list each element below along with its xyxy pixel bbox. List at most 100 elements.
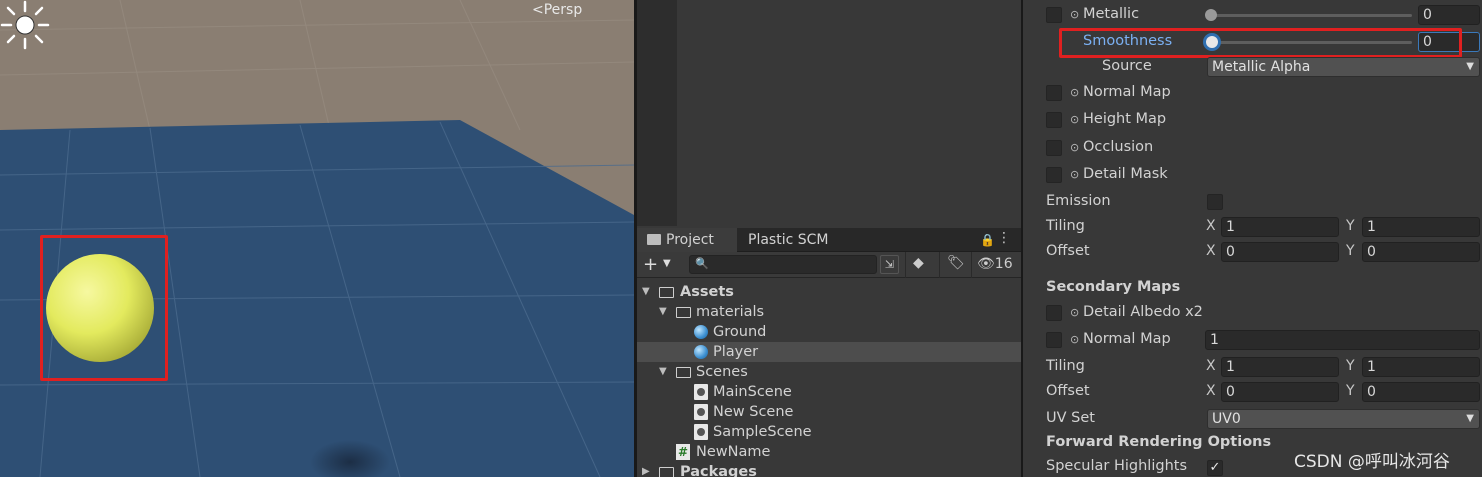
texture-slot[interactable] bbox=[1046, 305, 1062, 321]
projection-label[interactable]: <Persp bbox=[532, 2, 582, 18]
tab-plastic-scm[interactable]: Plastic SCM bbox=[738, 228, 838, 252]
uv-set-row: UV Set UV0 ▼ bbox=[1023, 409, 1482, 431]
emission-label: Emission bbox=[1046, 193, 1111, 209]
source-dropdown[interactable]: Metallic Alpha ▼ bbox=[1207, 57, 1480, 77]
search-icon: 🔍 bbox=[695, 257, 709, 270]
folder-icon bbox=[676, 307, 691, 318]
folder-icon bbox=[647, 234, 661, 245]
offset-y-label: Y bbox=[1346, 243, 1355, 259]
search-input[interactable]: 🔍 bbox=[689, 255, 877, 274]
scene-file-icon bbox=[694, 384, 708, 400]
highlight-box-smoothness bbox=[1059, 28, 1462, 58]
tree-row-newname[interactable]: # NewName bbox=[637, 442, 1021, 462]
secondary-tiling-y-input[interactable]: 1 bbox=[1362, 357, 1480, 377]
secondary-maps-title: Secondary Maps bbox=[1046, 279, 1181, 295]
secondary-maps-header: Secondary Maps bbox=[1023, 278, 1482, 300]
eye-slash-icon: 👁 bbox=[977, 256, 995, 272]
emission-checkbox[interactable] bbox=[1207, 194, 1223, 210]
secondary-tiling-row: Tiling X 1 Y 1 bbox=[1023, 357, 1482, 379]
tree-row-packages[interactable]: ▶ Packages bbox=[637, 462, 1021, 477]
property-dot-icon: ⊙ bbox=[1070, 113, 1080, 126]
tab-project[interactable]: Project bbox=[637, 228, 737, 252]
project-tree: ▼ Assets ▼ materials Ground Player ▼ Sce… bbox=[637, 278, 1021, 477]
texture-slot[interactable] bbox=[1046, 112, 1062, 128]
secondary-offset-x-input[interactable]: 0 bbox=[1221, 382, 1339, 402]
secondary-offset-row: Offset X 0 Y 0 bbox=[1023, 382, 1482, 404]
detail-albedo-row: ⊙ Detail Albedo x2 bbox=[1023, 303, 1482, 325]
chevron-down-icon[interactable]: ▼ bbox=[663, 258, 671, 269]
tree-row-samplescene[interactable]: SampleScene bbox=[637, 422, 1021, 442]
specular-highlights-label: Specular Highlights bbox=[1046, 458, 1187, 474]
uv-set-label: UV Set bbox=[1046, 410, 1095, 426]
scene-view[interactable]: <Persp bbox=[0, 0, 634, 477]
lock-icon[interactable]: 🔒 bbox=[980, 233, 995, 247]
offset-y-input[interactable]: 0 bbox=[1362, 242, 1480, 262]
specular-highlights-checkbox[interactable]: ✓ bbox=[1207, 460, 1223, 476]
offset-x-label: X bbox=[1206, 243, 1216, 259]
source-row: Source Metallic Alpha ▼ bbox=[1023, 57, 1482, 79]
material-icon bbox=[694, 345, 708, 359]
more-options-icon[interactable]: ⋮ bbox=[997, 230, 1011, 246]
tree-label: Ground bbox=[713, 324, 767, 340]
metallic-slider[interactable] bbox=[1209, 14, 1412, 17]
property-dot-icon: ⊙ bbox=[1070, 141, 1080, 154]
secondary-normal-label: Normal Map bbox=[1083, 331, 1171, 347]
hidden-count: 16 bbox=[994, 256, 1013, 272]
texture-slot[interactable] bbox=[1046, 167, 1062, 183]
watermark-text: CSDN @呼叫冰河谷 bbox=[1294, 452, 1450, 472]
expand-arrow-icon[interactable]: ▼ bbox=[659, 302, 667, 322]
tree-label: Assets bbox=[680, 284, 734, 300]
texture-slot[interactable] bbox=[1046, 85, 1062, 101]
csharp-script-icon: # bbox=[676, 444, 690, 460]
normal-map-label: Normal Map bbox=[1083, 84, 1171, 100]
detail-mask-label: Detail Mask bbox=[1083, 166, 1168, 182]
create-button[interactable]: + bbox=[643, 254, 658, 275]
hidden-packages-toggle[interactable]: 👁16 bbox=[977, 256, 1013, 272]
tree-label: NewName bbox=[696, 444, 771, 460]
forward-rendering-title: Forward Rendering Options bbox=[1046, 434, 1272, 450]
secondary-tiling-x-input[interactable]: 1 bbox=[1221, 357, 1339, 377]
tiling-x-input[interactable]: 1 bbox=[1221, 217, 1339, 237]
folder-icon bbox=[659, 287, 674, 298]
tree-row-assets[interactable]: ▼ Assets bbox=[637, 282, 1021, 302]
tree-row-mainscene[interactable]: MainScene bbox=[637, 382, 1021, 402]
secondary-offset-y-input[interactable]: 0 bbox=[1362, 382, 1480, 402]
secondary-offset-x-label: X bbox=[1206, 383, 1216, 399]
search-by-type-icon[interactable]: ⇲ bbox=[880, 255, 899, 274]
tree-label: materials bbox=[696, 304, 765, 320]
offset-x-input[interactable]: 0 bbox=[1221, 242, 1339, 262]
tiling-row: Tiling X 1 Y 1 bbox=[1023, 217, 1482, 239]
filter-by-type-icon[interactable]: ◆ bbox=[913, 255, 924, 271]
tree-row-player[interactable]: Player bbox=[637, 342, 1021, 362]
texture-slot[interactable] bbox=[1046, 7, 1062, 23]
collapse-arrow-icon[interactable]: ▶ bbox=[642, 462, 650, 477]
uv-set-dropdown[interactable]: UV0 ▼ bbox=[1207, 409, 1480, 429]
source-label: Source bbox=[1102, 58, 1152, 74]
expand-arrow-icon[interactable]: ▼ bbox=[642, 282, 650, 302]
metallic-slider-knob[interactable] bbox=[1205, 9, 1217, 21]
secondary-normal-scale-input[interactable]: 1 bbox=[1205, 330, 1480, 350]
secondary-offset-label: Offset bbox=[1046, 383, 1090, 399]
filter-by-label-icon[interactable]: 🏷 bbox=[947, 255, 965, 271]
tree-label: SampleScene bbox=[713, 424, 812, 440]
offset-row: Offset X 0 Y 0 bbox=[1023, 242, 1482, 264]
metallic-label: Metallic bbox=[1083, 6, 1140, 22]
tree-row-materials[interactable]: ▼ materials bbox=[637, 302, 1021, 322]
tab-project-label: Project bbox=[666, 232, 714, 248]
inspector-panel: ⊙ Metallic 0 Smoothness 0 Source Metalli… bbox=[1023, 0, 1482, 477]
sun-light-icon[interactable] bbox=[0, 0, 50, 50]
project-panel[interactable]: Project Plastic SCM 🔒 ⋮ + ▼ 🔍 ⇲ ◆ 🏷 👁16 … bbox=[637, 228, 1021, 477]
tree-row-scenes[interactable]: ▼ Scenes bbox=[637, 362, 1021, 382]
uv-set-value: UV0 bbox=[1212, 411, 1241, 427]
occlusion-label: Occlusion bbox=[1083, 139, 1154, 155]
texture-slot[interactable] bbox=[1046, 332, 1062, 348]
tree-row-new-scene[interactable]: New Scene bbox=[637, 402, 1021, 422]
tree-row-ground[interactable]: Ground bbox=[637, 322, 1021, 342]
expand-arrow-icon[interactable]: ▼ bbox=[659, 362, 667, 382]
metallic-value-input[interactable]: 0 bbox=[1418, 5, 1480, 25]
texture-slot[interactable] bbox=[1046, 140, 1062, 156]
tiling-y-input[interactable]: 1 bbox=[1362, 217, 1480, 237]
property-dot-icon: ⊙ bbox=[1070, 86, 1080, 99]
hierarchy-panel[interactable] bbox=[637, 0, 1021, 226]
highlight-box-sphere bbox=[40, 235, 168, 381]
